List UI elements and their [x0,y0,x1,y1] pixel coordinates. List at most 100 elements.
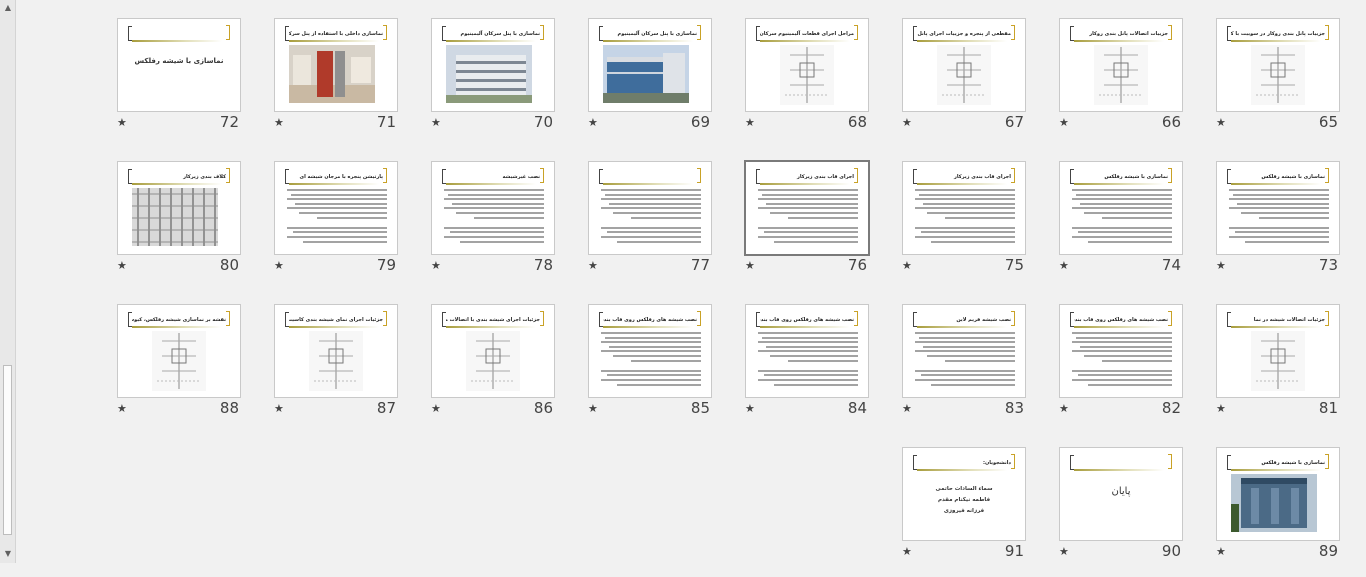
slide-number: 67 [1004,113,1024,131]
slide-thumbnail-cell[interactable]: مقطعی از پنجره و جزییات اجرای پانل بندی … [902,18,1026,148]
slide-thumbnail[interactable]: نصب شیشه های رفلکس روی قاب بندی و شیوه ن… [745,304,869,398]
slide-thumbnail[interactable]: کلاف بندی زیرکار [117,161,241,255]
slide-thumbnail[interactable]: نماسازی با شیشه رفلکس [1059,161,1183,255]
slide-thumbnail-cell[interactable]: پایان ★ 90 [1059,447,1183,577]
slide-transition-star-icon[interactable]: ★ [1059,259,1069,272]
slide-thumbnail[interactable]: نماسازی با پنل سرکان آلیمینیوم [588,18,712,112]
slide-thumbnail-cell[interactable]: نماسازی با پنل سرکان آلیمینیوم ★ 69 [588,18,712,148]
right-bracket-decoration [383,25,387,40]
slide-title: نصب شیشه فریم لاین [956,317,1011,323]
slide-thumbnail-cell[interactable]: نقشه بر نماسازی شیشه رفلکس، کیوسک شیشه ا… [117,304,241,434]
slide-title: جزئیات اجرای شیشه بندی با اتصالات مکانیک… [446,317,540,323]
slide-thumbnail-cell[interactable]: نماسازی با شیشه رفلکس ★ 72 [117,18,241,148]
slide-transition-star-icon[interactable]: ★ [745,402,755,415]
right-bracket-decoration [383,311,387,326]
slide-thumbnail-cell[interactable]: نصب غیرشیشه ★ 78 [431,161,555,291]
slide-thumbnail[interactable]: مراحل اجرای قطعات آلیمینیوم سرکان در نما [745,18,869,112]
slide-thumbnail-cell[interactable]: نصب شیشه فریم لاین ★ 83 [902,304,1026,434]
slide-transition-star-icon[interactable]: ★ [902,402,912,415]
slide-transition-star-icon[interactable]: ★ [117,116,127,129]
title-rule [1231,40,1321,42]
slide-transition-star-icon[interactable]: ★ [117,402,127,415]
slide-thumbnail-cell[interactable]: نصب شیشه های رفلکس روی قاب بندی ★ 85 [588,304,712,434]
slide-transition-star-icon[interactable]: ★ [1059,545,1069,558]
slide-number: 80 [219,256,239,274]
slide-thumbnail-cell[interactable]: نماسازی با شیشه رفلکس ★ 89 [1216,447,1340,577]
slide-thumbnail[interactable]: جزئیات اجرای نمای شیشه بندی کاسیت [274,304,398,398]
slide-thumbnail[interactable]: نماسازی با شیشه رفلکس [1216,161,1340,255]
slide-transition-star-icon[interactable]: ★ [274,116,284,129]
slide-thumbnail[interactable]: مقطعی از پنجره و جزییات اجرای پانل بندی … [902,18,1026,112]
slide-thumbnail-cell[interactable]: مراحل اجرای قطعات آلیمینیوم سرکان در نما… [745,18,869,148]
slide-transition-star-icon[interactable]: ★ [274,402,284,415]
slide-title: مراحل اجرای قطعات آلیمینیوم سرکان در نما [760,31,854,37]
slide-transition-star-icon[interactable]: ★ [1216,259,1226,272]
slide-transition-star-icon[interactable]: ★ [902,545,912,558]
slide-transition-star-icon[interactable]: ★ [431,259,441,272]
slide-thumbnail[interactable]: نماسازی با پنل سرکان آلیمینیوم [431,18,555,112]
slide-thumbnail[interactable]: جزییات پانل بندی روکار در سوییت با کلاف … [1216,18,1340,112]
slide-thumbnail[interactable]: جزئیات اجرای شیشه بندی با اتصالات مکانیک… [431,304,555,398]
slide-thumbnail[interactable]: نصب شیشه های رفلکس روی قاب بندی [1059,304,1183,398]
right-bracket-decoration [540,168,544,183]
slide-thumbnail-cell[interactable]: کلاف بندی زیرکار ★ 80 [117,161,241,291]
slide-title: جزییات پانل بندی روکار در سوییت با کلاف … [1231,31,1325,37]
slide-thumbnail[interactable]: نصب غیرشیشه [431,161,555,255]
slide-thumbnail-cell[interactable]: جزییات اتصالات پانل بندی روکار ★ 66 [1059,18,1183,148]
slide-thumbnail-cell[interactable]: دانشجویان: سماء السادات حاتمی فاطمه نیکنام… [902,447,1026,577]
slide-thumbnail-cell[interactable]: پارتیشن پنجره با مرجان شیشه ای ★ 79 [274,161,398,291]
slide-thumbnail[interactable]: نقشه بر نماسازی شیشه رفلکس، کیوسک شیشه ا… [117,304,241,398]
slide-transition-star-icon[interactable]: ★ [431,402,441,415]
slide-thumbnail-cell[interactable]: اجرای قاب بندی زیرکار ★ 75 [902,161,1026,291]
slide-thumbnail[interactable]: اجرای قاب بندی زیرکار [744,160,870,256]
slide-thumbnail-cell[interactable]: نماسازی داخلی با استفاده از پنل سرکان آل… [274,18,398,148]
title-rule [1074,40,1164,42]
slide-transition-star-icon[interactable]: ★ [1216,116,1226,129]
slide-thumbnail-cell[interactable]: جزییات پانل بندی روکار در سوییت با کلاف … [1216,18,1340,148]
slide-thumbnail-cell[interactable]: نماسازی با پنل سرکان آلیمینیوم ★ 70 [431,18,555,148]
slide-transition-star-icon[interactable]: ★ [588,259,598,272]
slide-thumbnail-cell[interactable]: جزئیات اتصالات شیشه در نما ★ 81 [1216,304,1340,434]
slide-thumbnail[interactable]: اجرای قاب بندی زیرکار [902,161,1026,255]
slide-transition-star-icon[interactable]: ★ [431,116,441,129]
slide-transition-star-icon[interactable]: ★ [117,259,127,272]
slide-thumbnail-cell[interactable]: نصب شیشه های رفلکس روی قاب بندی ★ 82 [1059,304,1183,434]
slide-thumbnail-cell[interactable]: نصب شیشه های رفلکس روی قاب بندی و شیوه ن… [745,304,869,434]
slide-body-text [915,332,1015,388]
slide-transition-star-icon[interactable]: ★ [1216,545,1226,558]
slide-transition-star-icon[interactable]: ★ [588,116,598,129]
slide-thumbnail-cell[interactable]: اجرای قاب بندی زیرکار ★ 76 [744,160,870,291]
slide-thumbnail-cell[interactable]: نماسازی با شیشه رفلکس ★ 73 [1216,161,1340,291]
slide-thumbnail[interactable]: نماسازی با شیشه رفلکس [117,18,241,112]
slide-transition-star-icon[interactable]: ★ [1059,116,1069,129]
slide-transition-star-icon[interactable]: ★ [745,116,755,129]
slide-thumbnail[interactable]: جزییات اتصالات پانل بندی روکار [1059,18,1183,112]
slide-thumbnail-cell[interactable]: جزئیات اجرای نمای شیشه بندی کاسیت ★ 87 [274,304,398,434]
slide-thumbnail[interactable]: دانشجویان: سماء السادات حاتمی فاطمه نیکنام… [902,447,1026,541]
slide-thumbnail[interactable]: نماسازی با شیشه رفلکس [1216,447,1340,541]
slide-title: جزییات اتصالات پانل بندی روکار [1089,31,1168,37]
slide-transition-star-icon[interactable]: ★ [902,259,912,272]
slide-thumbnail[interactable]: پارتیشن پنجره با مرجان شیشه ای [274,161,398,255]
slide-thumbnail[interactable]: نصب شیشه فریم لاین [902,304,1026,398]
slide-thumbnail[interactable]: نصب شیشه های رفلکس روی قاب بندی [588,304,712,398]
slide-transition-star-icon[interactable]: ★ [588,402,598,415]
slide-photo [132,188,218,246]
slide-thumbnail-cell[interactable]: نماسازی با شیشه رفلکس ★ 74 [1059,161,1183,291]
slide-thumbnail-cell[interactable]: جزئیات اجرای شیشه بندی با اتصالات مکانیک… [431,304,555,434]
slide-transition-star-icon[interactable]: ★ [1216,402,1226,415]
slide-thumbnail[interactable]: نماسازی داخلی با استفاده از پنل سرکان آل… [274,18,398,112]
slide-number: 68 [847,113,867,131]
slide-transition-star-icon[interactable]: ★ [902,116,912,129]
slide-transition-star-icon[interactable]: ★ [745,259,755,272]
right-bracket-decoration [226,168,230,183]
slide-number: 72 [219,113,239,131]
slide-thumbnail[interactable]: جزئیات اتصالات شیشه در نما [1216,304,1340,398]
slide-transition-star-icon[interactable]: ★ [1059,402,1069,415]
slide-thumbnail[interactable] [588,161,712,255]
slide-number: 70 [533,113,553,131]
slide-transition-star-icon[interactable]: ★ [274,259,284,272]
slide-title [603,172,697,182]
slide-thumbnail[interactable]: پایان [1059,447,1183,541]
slide-thumbnail-cell[interactable]: ★ 77 [588,161,712,291]
